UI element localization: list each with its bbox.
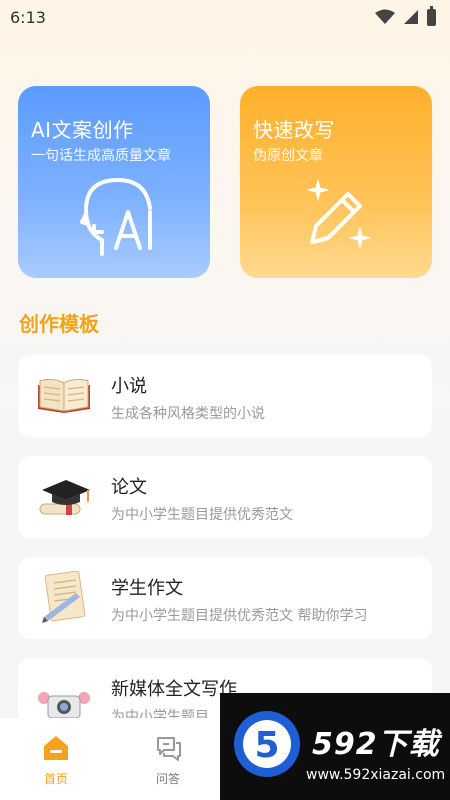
template-description: 为中小学生题目提供优秀范文 帮助你学习 [111, 608, 368, 624]
status-icons [375, 5, 436, 26]
graduation-cap-icon [39, 480, 90, 515]
tab-qa[interactable]: 问答 [138, 734, 198, 787]
status-time: 6:13 [10, 7, 46, 27]
template-title: 学生作文 [111, 578, 183, 599]
watermark-brand: 592下载 [312, 727, 440, 762]
card-title: 快速改写 [253, 118, 335, 142]
signal-icon [404, 10, 418, 24]
quick-rewrite-card[interactable]: 快速改写 伪原创文章 [240, 86, 432, 278]
battery-icon [427, 5, 436, 26]
template-title: 小说 [111, 376, 147, 397]
watermark-logo-icon: 5 [234, 711, 300, 777]
template-novel[interactable]: 小说 生成各种风格类型的小说 [18, 355, 432, 437]
wifi-icon [375, 9, 395, 24]
tab-label: 问答 [155, 772, 180, 786]
chat-bubble-icon [157, 737, 181, 761]
tab-home[interactable]: 首页 [26, 734, 86, 787]
ai-head-icon [80, 178, 152, 256]
open-book-icon [38, 378, 90, 413]
svg-text:5: 5 [254, 725, 279, 766]
watermark-url: www.592xiazai.com [306, 767, 446, 783]
home-icon [44, 736, 68, 760]
magic-pen-icon [307, 179, 371, 249]
paper-pencil-icon [42, 571, 86, 623]
status-bar: 6:13 [0, 0, 450, 34]
template-student-essay[interactable]: 学生作文 为中小学生题目提供优秀范文 帮助你学习 [18, 557, 432, 639]
ai-copywriting-card[interactable]: AI文案创作 一句话生成高质量文章 [18, 86, 210, 278]
template-thesis[interactable]: 论文 为中小学生题目提供优秀范文 [18, 456, 432, 538]
watermark-overlay: 5 592下载 www.592xiazai.com [220, 693, 450, 800]
template-description: 生成各种风格类型的小说 [111, 406, 265, 422]
card-subtitle: 一句话生成高质量文章 [31, 148, 171, 164]
template-description: 为中小学生题目提供优秀范文 [111, 507, 293, 523]
tab-label: 首页 [43, 772, 68, 786]
card-title: AI文案创作 [31, 118, 134, 142]
section-title-templates: 创作模板 [19, 312, 99, 336]
template-title: 新媒体全文写作 [111, 679, 237, 700]
card-subtitle: 伪原创文章 [253, 148, 323, 164]
template-title: 论文 [111, 477, 147, 498]
